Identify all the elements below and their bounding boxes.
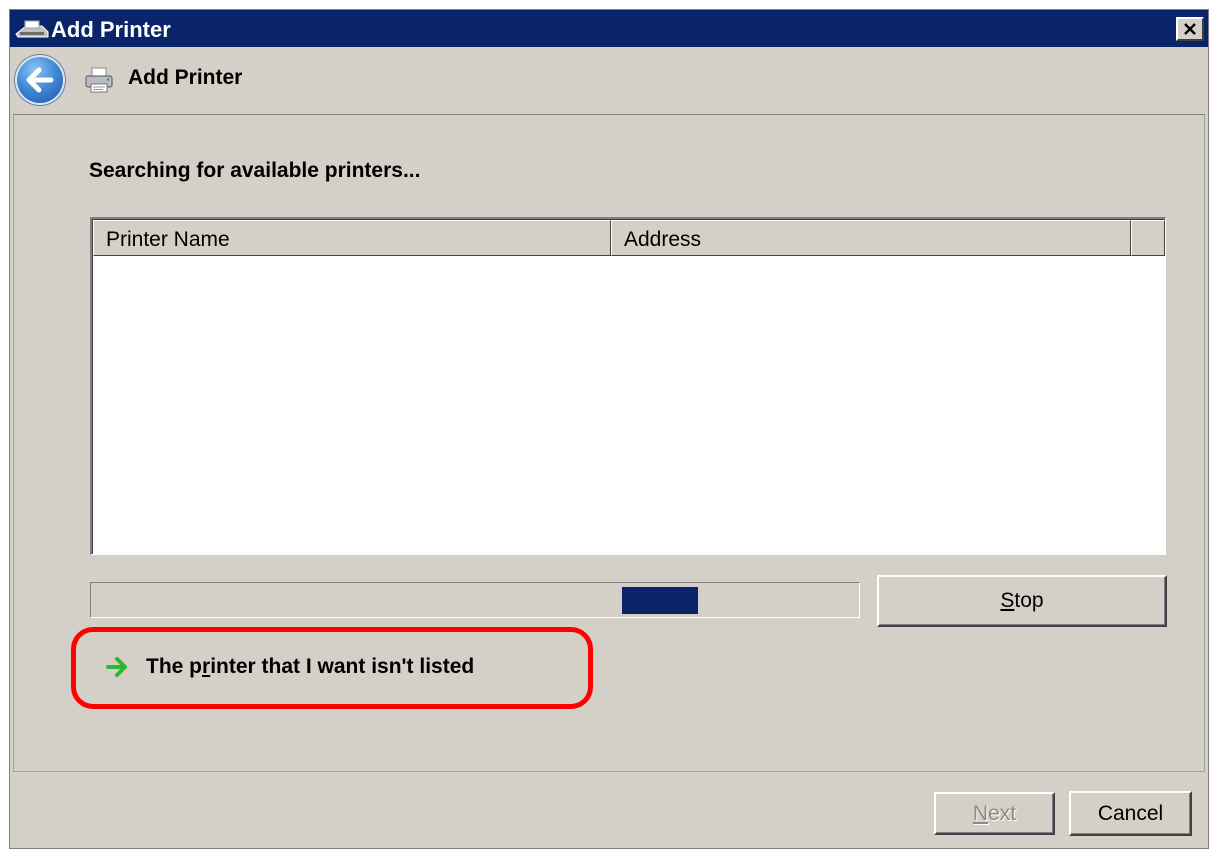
- stop-label: top: [1014, 589, 1044, 612]
- stop-accel-key: S: [1000, 589, 1015, 612]
- printer-not-listed-label: The printer that I want isn't listed: [146, 655, 475, 678]
- column-header-printer-name[interactable]: Printer Name: [93, 220, 611, 256]
- close-button[interactable]: [1176, 17, 1204, 41]
- list-header: Printer Name Address: [93, 220, 1165, 256]
- wizard-content: Searching for available printers... Prin…: [13, 114, 1205, 772]
- column-header-address[interactable]: Address: [611, 220, 1131, 256]
- next-label: ext: [988, 801, 1017, 825]
- searching-heading: Searching for available printers...: [89, 159, 421, 182]
- green-arrow-icon: [106, 657, 127, 677]
- progress-marquee-chunk: [622, 587, 698, 614]
- search-progress-bar: [90, 582, 860, 618]
- back-button[interactable]: [15, 55, 65, 105]
- nav-bar: Add Printer: [10, 47, 1208, 111]
- add-printer-window: Add Printer Add Printer Searching for av…: [9, 9, 1209, 849]
- window-title: Add Printer: [51, 17, 171, 42]
- printer-icon: [85, 67, 113, 93]
- printer-add-icon: [15, 20, 49, 38]
- printer-list[interactable]: Printer Name Address: [90, 217, 1166, 555]
- stop-button[interactable]: Stop: [877, 575, 1167, 627]
- next-accel-key: N: [972, 801, 989, 825]
- page-title: Add Printer: [128, 66, 243, 89]
- column-header-filler: [1131, 220, 1165, 256]
- printer-not-listed-link[interactable]: The printer that I want isn't listed: [104, 652, 474, 682]
- close-icon: [1184, 23, 1196, 35]
- next-button[interactable]: Next: [934, 792, 1055, 835]
- list-body[interactable]: [93, 257, 1165, 554]
- cancel-button[interactable]: Cancel: [1069, 791, 1192, 836]
- back-arrow-icon: [26, 67, 54, 93]
- title-bar: Add Printer: [10, 10, 1208, 47]
